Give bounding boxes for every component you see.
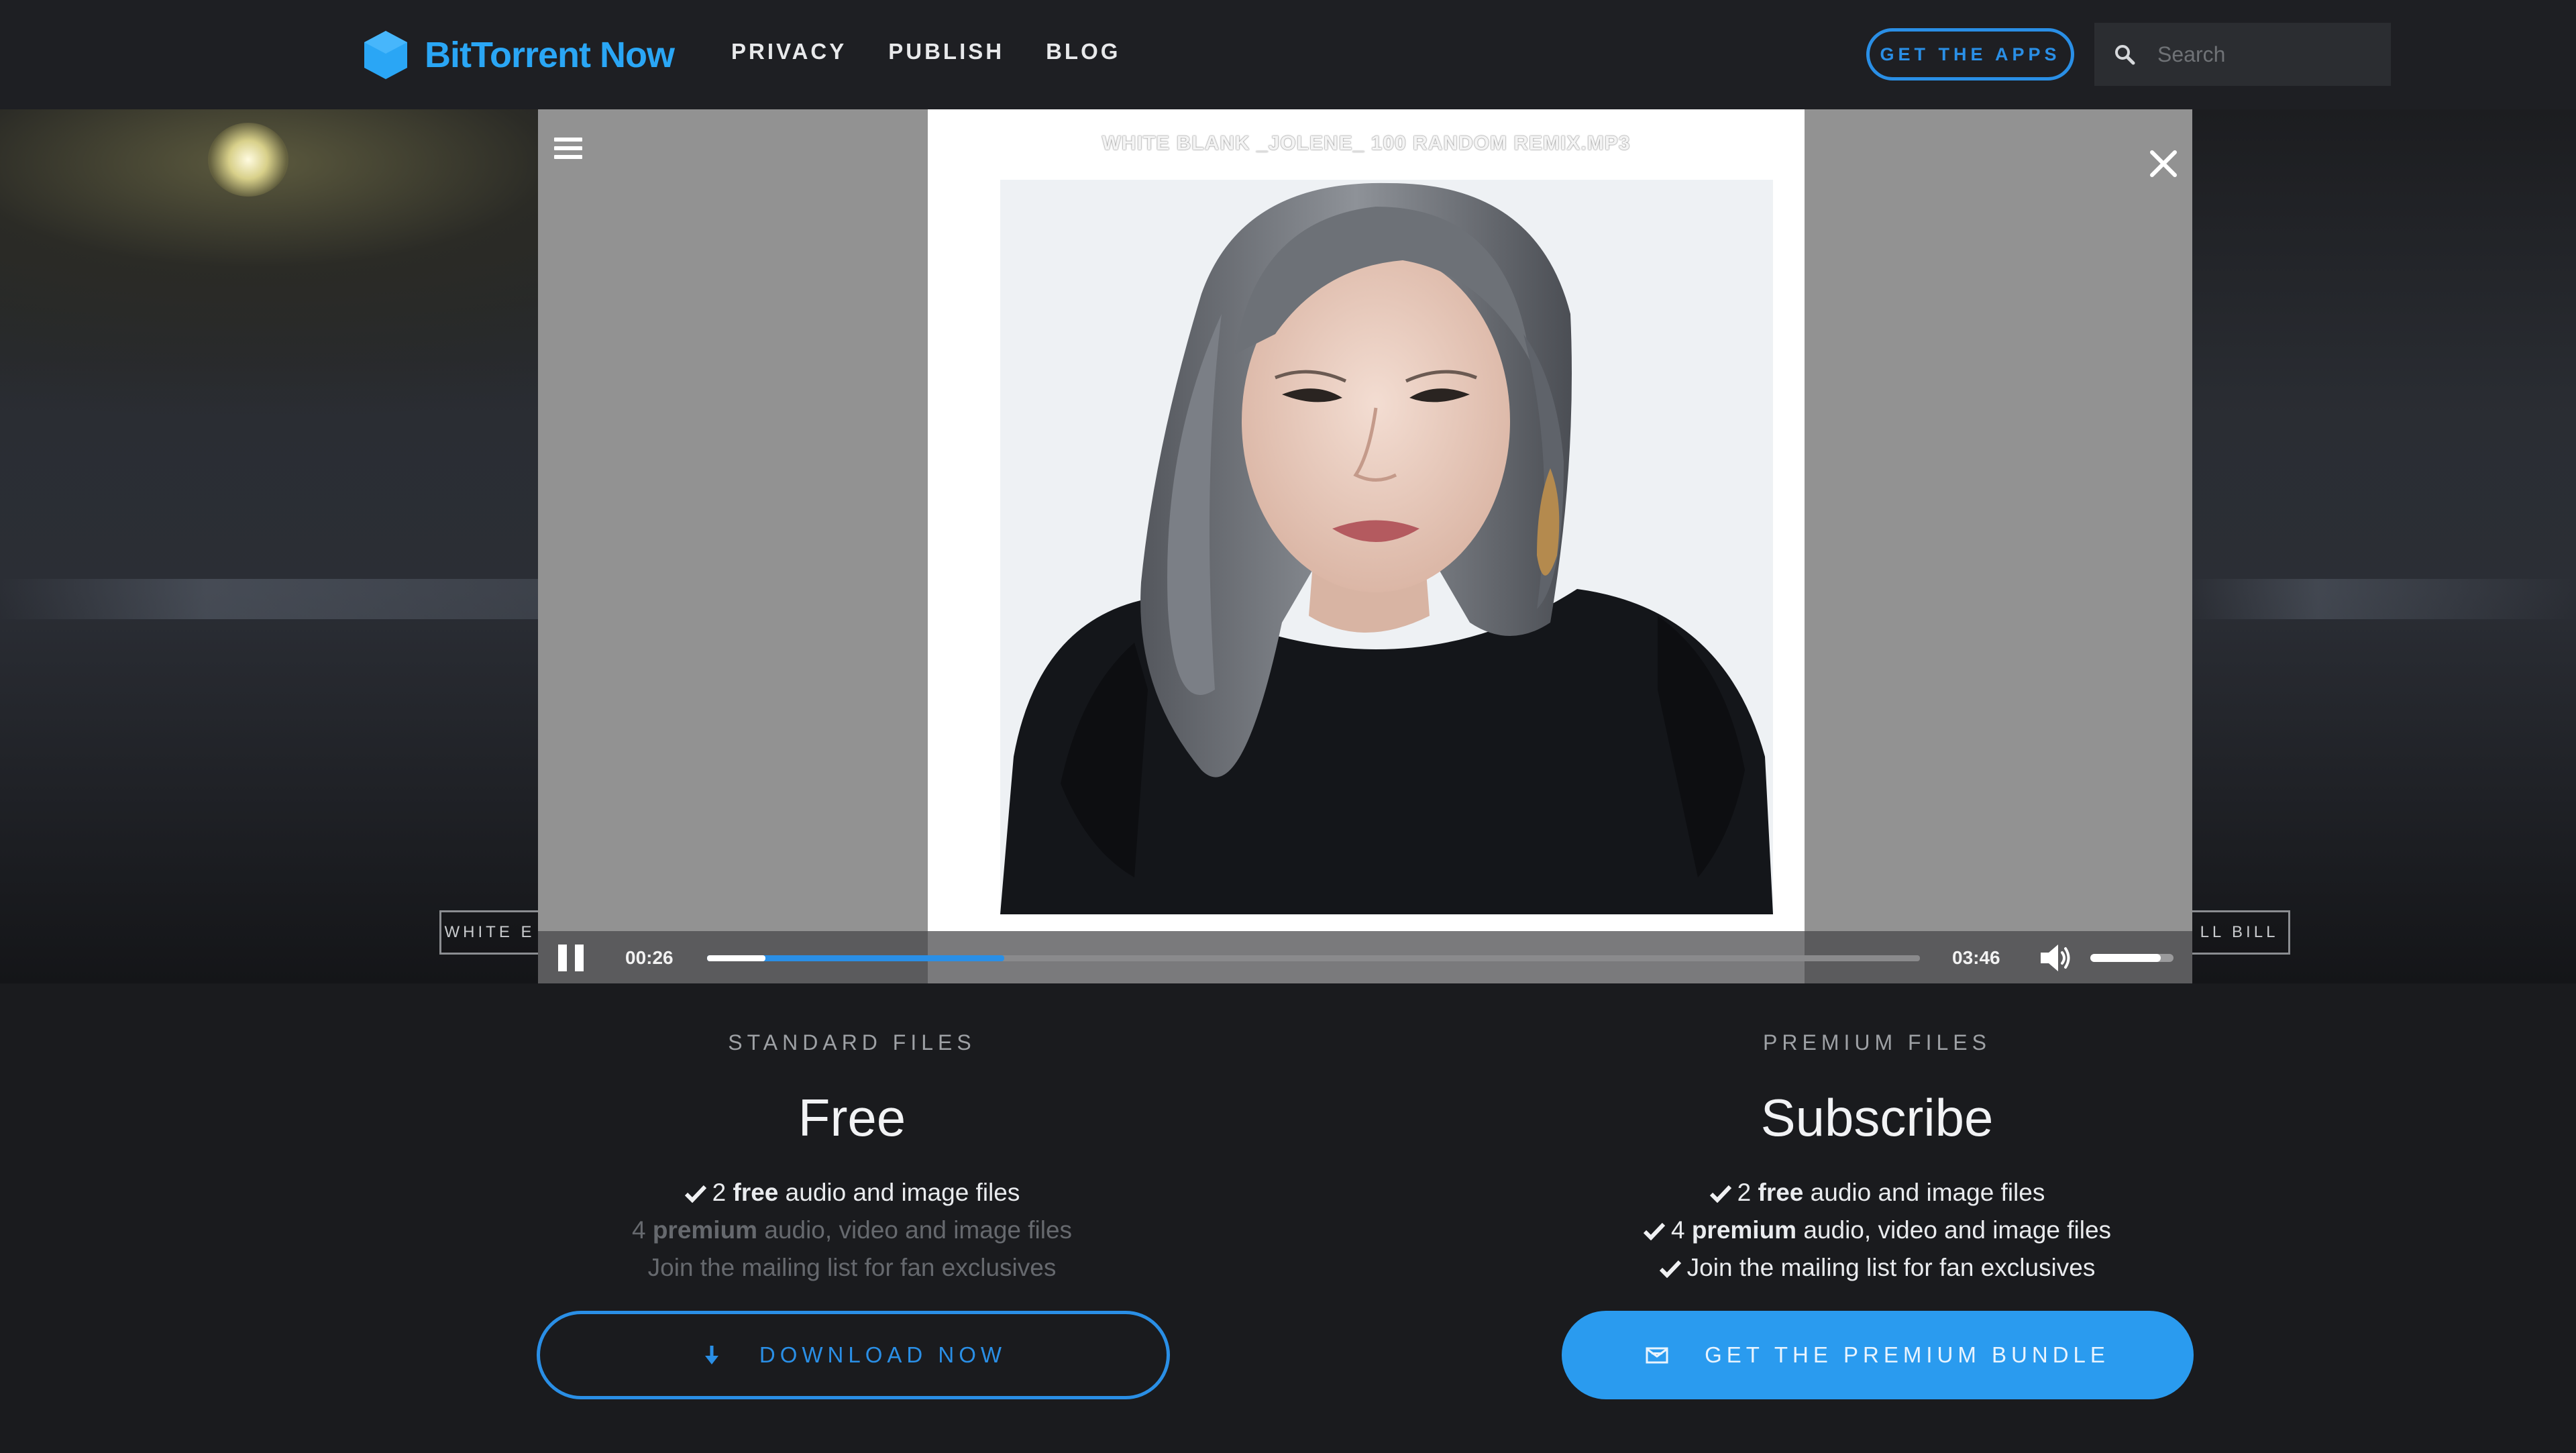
- get-premium-bundle-label: GET THE PREMIUM BUNDLE: [1705, 1342, 2110, 1367]
- plan-title: Free: [798, 1088, 906, 1147]
- feature-text: Join the mailing list for fan exclusives: [1686, 1254, 2096, 1281]
- plan-features: 2 free audio and image files 4 premium au…: [1508, 1174, 2246, 1287]
- nav-link-blog[interactable]: BLOG: [1046, 39, 1120, 64]
- album-art-image: [1000, 180, 1773, 914]
- brand-logo[interactable]: BitTorrent Now: [360, 27, 675, 83]
- get-premium-bundle-button[interactable]: GET THE PREMIUM BUNDLE: [1562, 1311, 2194, 1399]
- feature-text: Join the mailing list for fan exclusives: [647, 1254, 1057, 1281]
- feature-emphasis: free: [1758, 1179, 1804, 1206]
- progress-buffered: [707, 955, 765, 961]
- check-icon: [1709, 1185, 1731, 1203]
- download-now-label: DOWNLOAD NOW: [759, 1342, 1007, 1367]
- feature-item: 4 premium audio, video and image files: [1508, 1212, 2246, 1249]
- check-icon: [1659, 1260, 1681, 1278]
- progress-bar[interactable]: [707, 955, 1920, 961]
- plan-kicker: STANDARD FILES: [728, 1030, 976, 1055]
- current-time: 00:26: [625, 947, 674, 968]
- feature-text: 4: [631, 1216, 653, 1244]
- pause-button[interactable]: [558, 945, 585, 971]
- feature-text: audio and image files: [1803, 1179, 2045, 1206]
- hero-right-button[interactable]: LL BILL: [2188, 910, 2290, 955]
- plan-features: 2 free audio and image files 4 premium au…: [483, 1174, 1221, 1287]
- feature-text: 2: [712, 1179, 733, 1206]
- search-input[interactable]: [2156, 41, 2380, 68]
- feature-emphasis: free: [733, 1179, 779, 1206]
- feature-item: Join the mailing list for fan exclusives: [1508, 1249, 2246, 1287]
- menu-icon[interactable]: [554, 138, 582, 164]
- volume-level: [2090, 954, 2161, 962]
- brand-name: BitTorrent Now: [425, 35, 675, 75]
- feature-emphasis: premium: [1691, 1216, 1797, 1244]
- download-arrow-icon: [704, 1346, 718, 1364]
- get-the-apps-button[interactable]: GET THE APPS: [1866, 28, 2074, 80]
- check-icon: [684, 1185, 706, 1203]
- portrait-illustration: [1000, 180, 1773, 914]
- album-art-card: WHITE BLANK _JOLENE_ 100 RANDOM REMIX.MP…: [928, 109, 1805, 933]
- hero-left-button[interactable]: WHITE E: [439, 910, 540, 955]
- total-time: 03:46: [1952, 947, 2000, 968]
- feature-item: 2 free audio and image files: [1508, 1174, 2246, 1212]
- media-player-modal: WHITE BLANK _JOLENE_ 100 RANDOM REMIX.MP…: [538, 109, 2192, 983]
- feature-text: audio and image files: [778, 1179, 1020, 1206]
- hero-light-glow: [208, 123, 288, 197]
- volume-icon[interactable]: [2039, 943, 2072, 973]
- top-navbar: BitTorrent Now PRIVACY PUBLISH BLOG GET …: [0, 0, 2576, 109]
- plan-standard: STANDARD FILES Free 2 free audio and ima…: [483, 983, 1221, 1287]
- plan-premium: PREMIUM FILES Subscribe 2 free audio and…: [1508, 983, 2246, 1287]
- download-now-button[interactable]: DOWNLOAD NOW: [537, 1311, 1170, 1399]
- plan-title: Subscribe: [1760, 1088, 1994, 1147]
- track-title: WHITE BLANK _JOLENE_ 100 RANDOM REMIX.MP…: [1102, 132, 1631, 154]
- bittorrent-logo-icon: [364, 31, 407, 79]
- feature-item: 4 premium audio, video and image files: [483, 1212, 1221, 1249]
- feature-text: audio, video and image files: [1796, 1216, 2112, 1244]
- search-box: [2094, 23, 2391, 86]
- feature-text: audio, video and image files: [757, 1216, 1073, 1244]
- volume-slider[interactable]: [2090, 954, 2174, 962]
- nav-link-publish[interactable]: PUBLISH: [888, 39, 1004, 64]
- feature-item: 2 free audio and image files: [483, 1174, 1221, 1212]
- feature-item: Join the mailing list for fan exclusives: [483, 1249, 1221, 1287]
- close-icon[interactable]: [2148, 148, 2179, 179]
- nav-links: PRIVACY PUBLISH BLOG: [731, 39, 1120, 64]
- plan-kicker: PREMIUM FILES: [1763, 1030, 1991, 1055]
- search-icon: [2115, 45, 2135, 65]
- feature-emphasis: premium: [652, 1216, 758, 1244]
- envelope-icon: [1646, 1347, 1668, 1364]
- check-icon: [1643, 1222, 1666, 1240]
- player-controls: 00:26 03:46: [538, 931, 2192, 983]
- feature-text: 2: [1737, 1179, 1758, 1206]
- feature-text: 4: [1670, 1216, 1692, 1244]
- nav-link-privacy[interactable]: PRIVACY: [731, 39, 847, 64]
